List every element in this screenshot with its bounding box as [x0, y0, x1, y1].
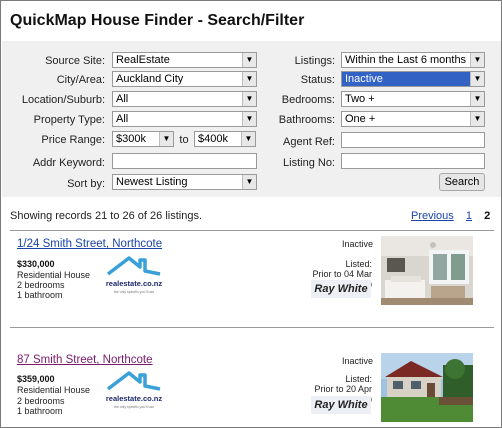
property-type-label: Property Type:: [33, 114, 105, 126]
listings-value: Within the Last 6 months: [345, 54, 467, 66]
price-max-select[interactable]: $400k ▼: [194, 131, 256, 147]
price-range-to-label: to: [179, 134, 189, 146]
bathrooms-label: Bathrooms:: [278, 114, 335, 126]
bedrooms-value: Two +: [345, 93, 375, 105]
chevron-down-icon[interactable]: ▼: [242, 92, 256, 106]
divider: [10, 327, 494, 328]
source-site-select[interactable]: RealEstate ▼: [112, 52, 257, 68]
bathrooms-select[interactable]: One + ▼: [341, 111, 485, 127]
listing-bedrooms: 2 bedrooms: [17, 280, 65, 290]
agency-logo: Ray White: [311, 280, 371, 298]
agency-logo: Ray White: [311, 396, 371, 414]
status-label: Status:: [300, 74, 335, 86]
listing-type: Residential House: [17, 385, 91, 395]
sort-by-label: Sort by:: [67, 178, 105, 190]
listing-title-link[interactable]: 1/24 Smith Street, Northcote: [17, 238, 162, 250]
logo-text: realestate.co.nz: [106, 394, 163, 403]
chevron-down-icon[interactable]: ▼: [470, 72, 484, 86]
location-suburb-value: All: [116, 93, 129, 105]
location-suburb-select[interactable]: All ▼: [112, 91, 257, 107]
addr-keyword-label: Addr Keyword:: [32, 157, 105, 169]
status-select[interactable]: Inactive ▼: [341, 71, 485, 87]
property-type-select[interactable]: All ▼: [112, 111, 257, 127]
listing-bathrooms: 1 bathroom: [17, 406, 63, 416]
listings-select[interactable]: Within the Last 6 months ▼: [341, 52, 485, 68]
current-page: 2: [484, 210, 491, 222]
location-suburb-label: Location/Suburb:: [21, 94, 105, 106]
listing-title-link[interactable]: 87 Smith Street, Northcote: [17, 354, 153, 366]
property-type-value: All: [116, 113, 129, 125]
chevron-down-icon[interactable]: ▼: [241, 132, 255, 146]
agent-ref-input[interactable]: [341, 132, 485, 148]
realestate-logo: realestate.co.nz the only specific you'l…: [105, 254, 163, 296]
chevron-down-icon[interactable]: ▼: [242, 53, 256, 67]
listings-label: Listings:: [294, 55, 335, 67]
price-min-value: $300k: [116, 133, 146, 145]
chevron-down-icon[interactable]: ▼: [470, 53, 484, 67]
status-value: Inactive: [342, 72, 470, 86]
listing-bathrooms: 1 bathroom: [17, 290, 63, 300]
listing-status: Inactive: [342, 356, 374, 366]
listing-photo[interactable]: [381, 353, 473, 422]
price-range-label: Price Range:: [41, 134, 105, 146]
sort-by-select[interactable]: Newest Listing ▼: [112, 174, 257, 190]
price-max-value: $400k: [198, 133, 228, 145]
pagination: Previous 1 2: [411, 210, 490, 222]
bedrooms-select[interactable]: Two + ▼: [341, 91, 485, 107]
app-frame: QuickMap House Finder - Search/Filter So…: [0, 0, 502, 428]
bedrooms-label: Bedrooms:: [281, 94, 335, 106]
source-site-label: Source Site:: [45, 55, 105, 67]
logo-text: realestate.co.nz: [106, 279, 163, 288]
city-area-label: City/Area:: [56, 74, 105, 86]
listing-price: $330,000: [17, 259, 55, 269]
listing-photo[interactable]: [381, 236, 473, 305]
previous-page-link[interactable]: Previous: [411, 210, 454, 222]
page-title: QuickMap House Finder - Search/Filter: [10, 12, 305, 29]
chevron-down-icon[interactable]: ▼: [242, 72, 256, 86]
bathrooms-value: One +: [345, 113, 376, 125]
sort-by-value: Newest Listing: [116, 176, 188, 188]
results-summary: Showing records 21 to 26 of 26 listings.: [10, 210, 203, 222]
chevron-down-icon[interactable]: ▼: [242, 175, 256, 189]
page-1-link[interactable]: 1: [466, 210, 472, 222]
listing-price: $359,000: [17, 374, 55, 384]
logo-tagline: the only specific you'll use: [114, 290, 154, 294]
city-area-select[interactable]: Auckland City ▼: [112, 71, 257, 87]
listing-no-input[interactable]: [341, 153, 485, 169]
search-button[interactable]: Search: [439, 173, 485, 191]
price-min-select[interactable]: $300k ▼: [112, 131, 174, 147]
listing-status: Inactive: [342, 239, 374, 249]
listing-no-label: Listing No:: [283, 157, 335, 169]
city-area-value: Auckland City: [116, 73, 184, 85]
logo-tagline: the only specific you'll use: [114, 405, 154, 409]
chevron-down-icon[interactable]: ▼: [159, 132, 173, 146]
listing-bedrooms: 2 bedrooms: [17, 396, 65, 406]
source-site-value: RealEstate: [116, 54, 170, 66]
agent-ref-label: Agent Ref:: [283, 136, 335, 148]
addr-keyword-input[interactable]: [112, 153, 257, 169]
chevron-down-icon[interactable]: ▼: [470, 112, 484, 126]
realestate-logo: realestate.co.nz the only specific you'l…: [105, 369, 163, 411]
chevron-down-icon[interactable]: ▼: [242, 112, 256, 126]
listing-type: Residential House: [17, 270, 91, 280]
divider: [10, 230, 494, 231]
chevron-down-icon[interactable]: ▼: [470, 92, 484, 106]
